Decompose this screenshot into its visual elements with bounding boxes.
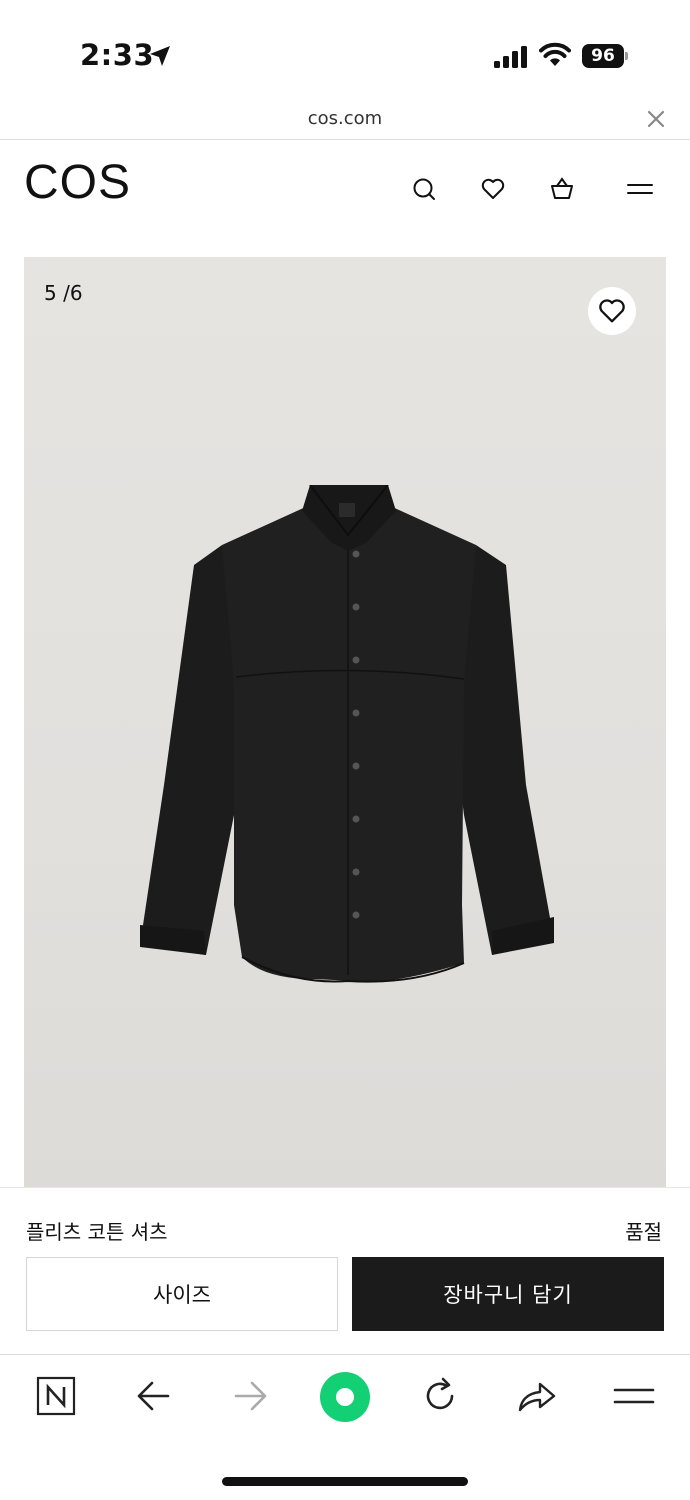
shirt-photo (140, 485, 554, 983)
site-header: COS (0, 141, 690, 241)
cart-button-label: 장바구니 담기 (443, 1283, 573, 1307)
battery-indicator: 96 (582, 44, 628, 68)
menu-icon[interactable] (626, 175, 654, 203)
url-text[interactable]: cos.com (0, 108, 690, 129)
location-arrow-icon (150, 46, 170, 66)
home-indicator[interactable] (222, 1477, 468, 1486)
back-arrow-icon[interactable] (132, 1374, 176, 1418)
product-image[interactable]: 5 /6 (24, 257, 666, 1187)
battery-tip (625, 52, 628, 60)
heart-icon (599, 299, 625, 323)
cellular-signal-icon (494, 46, 527, 68)
browser-toolbar (0, 1356, 690, 1500)
naver-n-icon[interactable] (34, 1374, 78, 1418)
heart-icon[interactable] (479, 175, 507, 203)
product-name: 플리츠 코튼 셔츠 (26, 1220, 168, 1244)
size-button-label: 사이즈 (153, 1283, 211, 1307)
menu-icon[interactable] (612, 1374, 656, 1418)
image-counter: 5 /6 (44, 281, 83, 305)
bag-icon[interactable] (548, 175, 576, 203)
green-home-icon[interactable] (320, 1372, 370, 1422)
battery-level: 96 (582, 44, 624, 68)
search-icon[interactable] (410, 175, 438, 203)
wifi-icon (539, 42, 571, 66)
logo[interactable]: COS (24, 155, 131, 210)
status-bar: 2:33 96 (0, 0, 690, 100)
size-select-button[interactable]: 사이즈 (26, 1257, 338, 1331)
share-icon[interactable] (514, 1374, 558, 1418)
wishlist-button[interactable] (588, 287, 636, 335)
close-icon[interactable] (645, 108, 667, 130)
refresh-icon[interactable] (418, 1374, 462, 1418)
status-time: 2:33 (80, 38, 155, 72)
product-bar: 플리츠 코튼 셔츠 품절 사이즈 장바구니 담기 (0, 1187, 690, 1355)
stock-status-badge: 품절 (625, 1220, 662, 1244)
forward-arrow-icon[interactable] (228, 1374, 272, 1418)
add-to-cart-button[interactable]: 장바구니 담기 (352, 1257, 664, 1331)
url-bar[interactable]: cos.com (0, 100, 690, 140)
